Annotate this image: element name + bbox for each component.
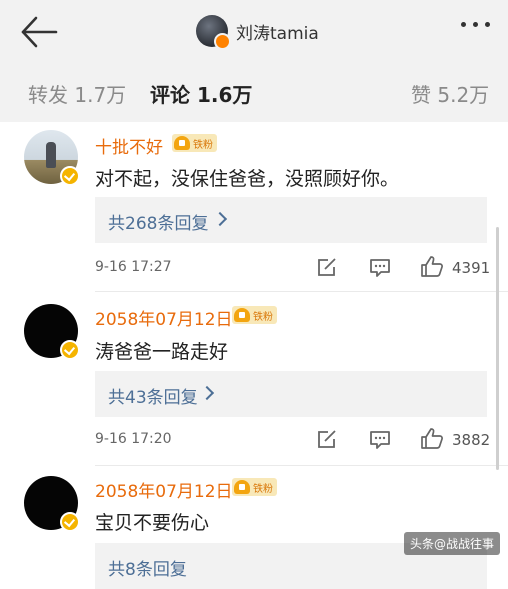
verified-badge-icon: [60, 512, 80, 532]
fan-heart-icon: [234, 480, 250, 494]
fan-heart-icon: [174, 136, 190, 150]
profile-avatar[interactable]: [196, 15, 231, 50]
repost-icon[interactable]: [316, 258, 338, 282]
chevron-right-icon: [212, 211, 228, 227]
comment-icon[interactable]: [369, 258, 391, 282]
profile-header[interactable]: 刘涛tamia: [196, 14, 319, 50]
like-icon[interactable]: [420, 255, 444, 283]
comment-time: 9-16 17:27: [95, 259, 172, 275]
replies-link[interactable]: 共268条回复: [95, 197, 487, 243]
top-bar: 刘涛tamia: [0, 0, 508, 62]
tab-comments[interactable]: 评论 1.6万: [150, 79, 252, 108]
comment-icon[interactable]: [369, 430, 391, 454]
tab-bar: 转发 1.7万 评论 1.6万 赞 5.2万: [0, 62, 508, 122]
watermark: 头条@战战往事: [403, 532, 500, 555]
commenter-name[interactable]: 十批不好: [95, 133, 163, 158]
tab-likes[interactable]: 赞 5.2万: [411, 79, 489, 108]
commenter-name[interactable]: 2058年07月12日: [95, 305, 233, 330]
fan-heart-icon: [234, 308, 250, 322]
back-arrow-icon[interactable]: [20, 14, 60, 50]
like-count: 4391: [452, 259, 491, 277]
fan-badge: 铁粉: [172, 134, 217, 152]
divider: [95, 291, 508, 292]
verified-badge-icon: [214, 33, 231, 50]
verified-badge-icon: [60, 340, 80, 360]
more-options-icon[interactable]: [461, 22, 490, 27]
like-icon[interactable]: [420, 427, 444, 455]
fan-badge: 铁粉: [232, 478, 277, 496]
fan-badge: 铁粉: [232, 306, 277, 324]
replies-link[interactable]: 共43条回复: [95, 371, 487, 417]
commenter-name[interactable]: 2058年07月12日: [95, 477, 233, 502]
scrollbar[interactable]: [496, 227, 499, 470]
comment-time: 9-16 17:20: [95, 431, 172, 447]
verified-badge-icon: [60, 166, 80, 186]
chevron-right-icon: [199, 385, 215, 401]
comment-text: 涛爸爸一路走好: [95, 341, 229, 363]
like-count: 3882: [452, 431, 491, 449]
comment-text: 对不起，没保住爸爸，没照顾好你。: [95, 168, 400, 190]
comment-text: 宝贝不要伤心: [95, 512, 210, 534]
divider: [95, 465, 508, 466]
comment-list: 十批不好 铁粉 对不起，没保住爸爸，没照顾好你。 共268条回复 9-16 17…: [0, 122, 508, 589]
profile-name[interactable]: 刘涛tamia: [236, 19, 319, 44]
tab-reposts[interactable]: 转发 1.7万: [28, 79, 126, 108]
repost-icon[interactable]: [316, 430, 338, 454]
